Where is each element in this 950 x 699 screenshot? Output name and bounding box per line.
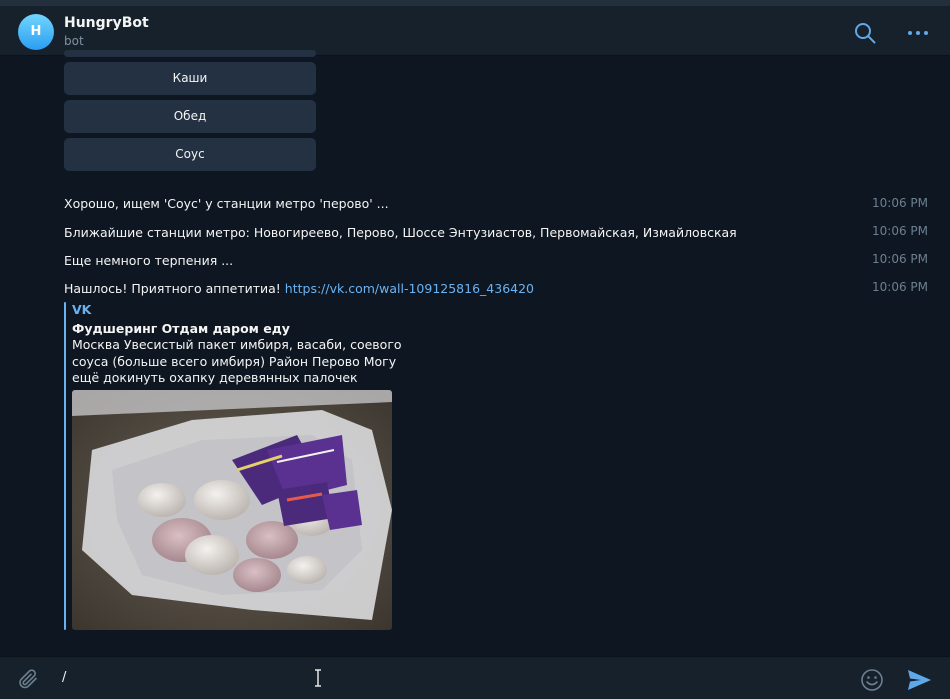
preview-photo-illustration xyxy=(72,390,392,630)
keyboard-button-kashi[interactable]: Каши xyxy=(64,62,316,95)
search-icon[interactable] xyxy=(853,21,877,45)
preview-description: Москва Увесистый пакет имбиря, васаби, с… xyxy=(72,337,402,385)
avatar[interactable]: H xyxy=(18,14,54,50)
message-input[interactable]: / xyxy=(62,665,842,691)
message-link[interactable]: https://vk.com/wall-109125816_436420 xyxy=(285,281,534,296)
text-cursor-icon xyxy=(315,669,321,687)
preview-site-name: VK xyxy=(72,302,92,317)
emoji-icon[interactable] xyxy=(860,668,884,692)
message-time: 10:06 PM xyxy=(872,280,928,294)
keyboard-button-sous[interactable]: Соус xyxy=(64,138,316,171)
message-text: Хорошо, ищем 'Соус' у станции метро 'пер… xyxy=(64,196,389,211)
chat-title[interactable]: HungryBot xyxy=(64,15,149,31)
more-icon[interactable] xyxy=(906,21,930,45)
chat-subtitle: bot xyxy=(64,34,84,48)
message-text: Ближайшие станции метро: Новогиреево, Пе… xyxy=(64,225,737,240)
preview-accent-bar xyxy=(64,302,66,630)
link-preview[interactable]: VK Фудшеринг Отдам даром еду Москва Увес… xyxy=(64,302,404,630)
keyboard-button-partial[interactable] xyxy=(64,50,316,57)
send-icon[interactable] xyxy=(906,668,932,692)
message-time: 10:06 PM xyxy=(872,224,928,238)
message-text: Нашлось! Приятного аппетитиа! xyxy=(64,281,281,296)
message-text: Еще немного терпения ... xyxy=(64,253,234,268)
preview-photo[interactable] xyxy=(72,390,392,630)
composer-bar: / xyxy=(0,656,950,699)
preview-title: Фудшеринг Отдам даром еду xyxy=(72,321,290,336)
message-time: 10:06 PM xyxy=(872,252,928,266)
chat-header: H HungryBot bot xyxy=(0,6,950,56)
keyboard-button-obed[interactable]: Обед xyxy=(64,100,316,133)
message-time: 10:06 PM xyxy=(872,196,928,210)
message-with-link: Нашлось! Приятного аппетитиа! https://vk… xyxy=(64,281,534,296)
message-input-value: / xyxy=(62,670,67,685)
message-list[interactable]: Каши Обед Соус Хорошо, ищем 'Соус' у ста… xyxy=(0,50,950,656)
paperclip-icon[interactable] xyxy=(16,667,40,691)
